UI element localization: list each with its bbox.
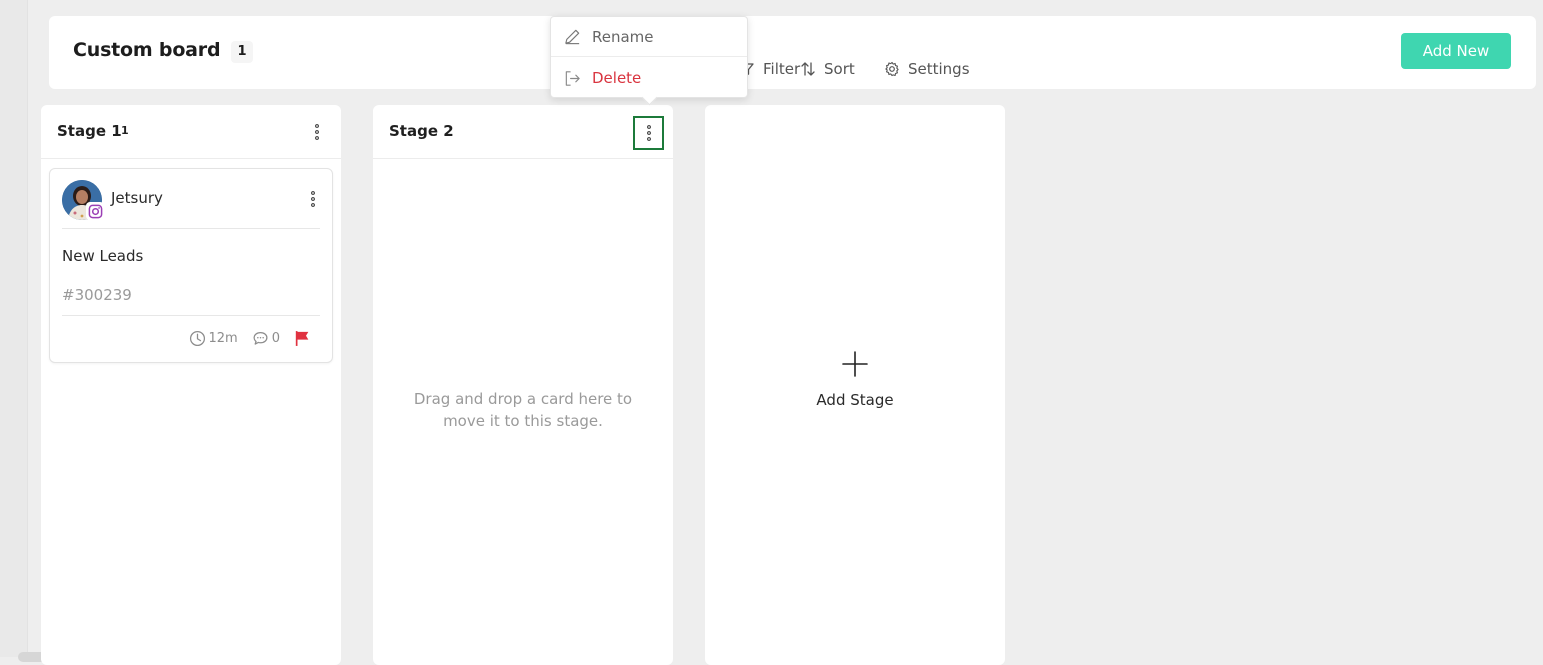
sort-label: Sort (824, 60, 855, 78)
kebab-icon (311, 191, 315, 207)
lead-card[interactable]: Jetsury New Leads #300239 12m 0 (49, 168, 333, 363)
kebab-icon (646, 125, 651, 141)
instagram-icon (86, 202, 104, 220)
stage-menu-button-active[interactable] (633, 116, 664, 150)
board-title: Custom board (73, 39, 221, 61)
add-stage-column[interactable]: Add Stage (705, 105, 1005, 665)
sort-button[interactable]: Sort (800, 59, 855, 79)
delete-label: Delete (592, 69, 642, 87)
rename-label: Rename (592, 27, 654, 46)
card-id: #300239 (62, 286, 132, 304)
filter-label: Filter (763, 60, 801, 78)
stage-header: Stage 1 1 (41, 105, 341, 159)
exit-icon (565, 70, 580, 86)
clock-icon (189, 330, 205, 347)
empty-stage-message: Drag and drop a card here to move it to … (413, 390, 633, 430)
card-divider (62, 228, 320, 229)
settings-label: Settings (908, 60, 970, 78)
stage-column-2: Stage 2 Drag and drop a card here to mov… (373, 105, 673, 665)
card-comments-count: 0 (271, 331, 280, 346)
left-rail (0, 0, 28, 657)
settings-button[interactable]: Settings (884, 59, 970, 79)
stage-title: Stage 2 (389, 122, 454, 140)
card-menu-button[interactable] (308, 189, 318, 209)
gear-icon (884, 61, 900, 77)
add-stage-button[interactable]: Add Stage (705, 350, 1005, 409)
kebab-icon (315, 124, 319, 140)
board-header: Custom board 1 Filter Sort Settings Add … (49, 16, 1536, 89)
card-time: 12m (189, 330, 238, 347)
pencil-icon (565, 29, 580, 45)
rename-menu-item[interactable]: Rename (551, 17, 747, 57)
delete-menu-item[interactable]: Delete (551, 58, 747, 98)
stage-header: Stage 2 (373, 105, 673, 159)
card-footer: 12m 0 (175, 330, 315, 347)
add-new-button[interactable]: Add New (1401, 33, 1511, 69)
stage-menu-button[interactable] (302, 115, 332, 149)
card-stage-label: New Leads (62, 247, 144, 265)
flag-icon[interactable] (294, 330, 314, 347)
card-time-value: 12m (208, 331, 238, 346)
stage-count: 1 (121, 124, 129, 137)
sort-icon (800, 61, 816, 77)
add-stage-label: Add Stage (816, 391, 894, 409)
comment-icon (253, 332, 268, 345)
filter-button[interactable]: Filter (739, 59, 800, 79)
stage-column-1: Stage 1 1 Jetsury New Leads #300239 12m … (41, 105, 341, 665)
stage-title: Stage 1 (57, 122, 122, 140)
card-comments[interactable]: 0 (252, 330, 280, 347)
card-divider (62, 315, 320, 316)
plus-icon (842, 351, 868, 377)
board-count-badge: 1 (231, 41, 253, 63)
stage-context-menu: Rename Delete (550, 16, 748, 98)
contact-name: Jetsury (111, 189, 163, 207)
